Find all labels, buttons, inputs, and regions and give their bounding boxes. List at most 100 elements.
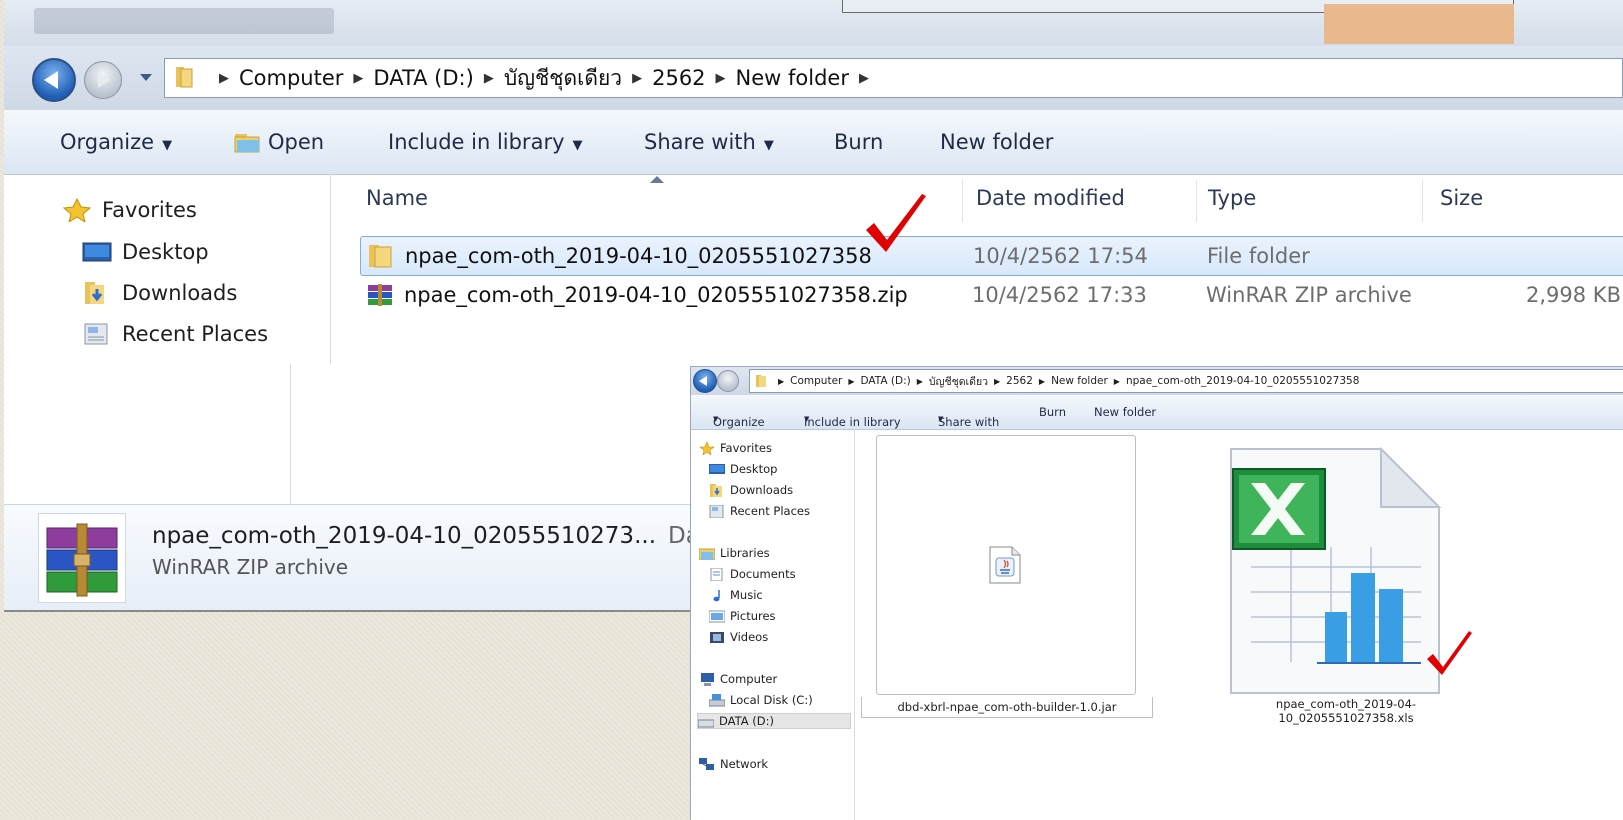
new-folder-button[interactable]: New folder	[940, 130, 1053, 154]
network-icon	[699, 757, 714, 770]
crumb-data-drive[interactable]: DATA (D:)	[861, 375, 911, 387]
crumb-account-folder[interactable]: บัญชีชุดเดียว	[504, 62, 622, 95]
music-icon	[713, 589, 720, 601]
jar-file-tile[interactable]	[876, 435, 1136, 695]
local-disk-icon	[709, 693, 725, 706]
share-with-menu[interactable]: Share with ▼	[644, 130, 774, 154]
burn-button[interactable]: Burn	[834, 130, 883, 154]
address-bar[interactable]: ▶ Computer ▶ DATA (D:) ▶ บัญชีชุดเดียว ▶ 256…	[164, 58, 1623, 98]
nav-videos[interactable]: Videos	[709, 630, 768, 644]
sort-ascending-icon	[650, 176, 664, 183]
desktop-icon	[709, 463, 725, 474]
inset-address-bar[interactable]: ▶ Computer ▶ DATA (D:) ▶ บัญชีชุดเดียว ▶ 256…	[749, 369, 1623, 393]
include-in-library-label: Include in library	[388, 130, 565, 154]
organize-menu[interactable]: Organize ▼	[60, 130, 172, 154]
nav-label: Pictures	[730, 609, 776, 623]
nav-label: Favorites	[720, 441, 772, 455]
star-icon	[62, 198, 92, 222]
nav-desktop[interactable]: Desktop	[709, 462, 777, 476]
crumb-npae-folder[interactable]: npae_com-oth_2019-04-10_0205551027358	[1126, 375, 1359, 387]
file-date: 10/4/2562 17:54	[973, 244, 1148, 268]
column-header-name[interactable]: Name	[366, 174, 428, 222]
breadcrumb: ▶ Computer ▶ DATA (D:) ▶ บัญชีชุดเดียว ▶ 256…	[209, 59, 879, 97]
java-jar-icon	[989, 546, 1021, 584]
folder-icon	[756, 375, 766, 387]
nav-label: Desktop	[730, 462, 778, 476]
chevron-down-icon: ▼	[804, 415, 810, 423]
file-row-folder[interactable]: npae_com-oth_2019-04-10_0205551027358 10…	[360, 236, 1623, 276]
blurred-title-strip	[4, 0, 1623, 46]
nav-pictures[interactable]: Pictures	[709, 609, 776, 623]
nav-computer[interactable]: Computer	[699, 672, 777, 686]
nav-favorites[interactable]: Favorites	[62, 198, 197, 222]
share-with-label: Share with	[938, 415, 1000, 429]
nav-recent-places[interactable]: Recent Places	[709, 504, 810, 518]
crumb-new-folder[interactable]: New folder	[1051, 375, 1108, 387]
include-in-library-menu[interactable]: Include in library ▼	[388, 130, 583, 154]
red-checkmark-icon	[1427, 631, 1472, 675]
crumb-2562[interactable]: 2562	[652, 66, 705, 90]
nav-label: Libraries	[720, 546, 770, 560]
jar-file-name[interactable]: dbd-xbrl-npae_com-oth-builder-1.0.jar	[861, 697, 1153, 718]
file-name: npae_com-oth_2019-04-10_0205551027358.zi…	[404, 283, 908, 307]
nav-label: DATA (D:)	[719, 714, 774, 728]
crumb-data-drive[interactable]: DATA (D:)	[373, 66, 473, 90]
nav-label: Local Disk (C:)	[730, 693, 813, 707]
nav-downloads[interactable]: Downloads	[82, 281, 237, 305]
column-divider[interactable]	[962, 180, 963, 222]
share-with-label: Share with	[644, 130, 756, 154]
nav-label: Documents	[730, 567, 796, 581]
crumb-computer[interactable]: Computer	[239, 66, 343, 90]
file-size: 2,998 KB	[1526, 283, 1621, 307]
open-folder-icon	[234, 134, 260, 153]
burn-button[interactable]: Burn	[1039, 405, 1066, 419]
nav-downloads[interactable]: Downloads	[709, 483, 793, 497]
nav-favorites[interactable]: Favorites	[699, 441, 772, 455]
xls-file-name[interactable]: npae_com-oth_2019-04-10_0205551027358.xl…	[1211, 697, 1481, 725]
nav-recent-places[interactable]: Recent Places	[82, 322, 268, 346]
nav-music[interactable]: Music	[709, 588, 763, 602]
nav-label: Network	[720, 757, 769, 771]
nav-recent-places-label: Recent Places	[122, 322, 269, 346]
column-divider[interactable]	[1422, 180, 1423, 222]
file-name-cell: npae_com-oth_2019-04-10_0205551027358.zi…	[366, 283, 908, 307]
open-label: Open	[268, 130, 325, 154]
back-button[interactable]	[693, 369, 717, 393]
column-divider[interactable]	[1196, 180, 1197, 222]
nav-documents[interactable]: Documents	[709, 567, 796, 581]
column-header-date-modified[interactable]: Date modified	[976, 174, 1125, 222]
nav-network[interactable]: Network	[699, 757, 768, 771]
crumb-computer[interactable]: Computer	[790, 375, 842, 387]
file-name: npae_com-oth_2019-04-10_0205551027358	[405, 244, 872, 268]
nav-data-drive[interactable]: DATA (D:)	[697, 713, 851, 729]
new-folder-button[interactable]: New folder	[1094, 405, 1156, 419]
excel-xls-file-icon[interactable]	[1221, 447, 1451, 697]
forward-button[interactable]	[84, 61, 122, 99]
open-button[interactable]: Open	[234, 130, 324, 154]
nav-downloads-label: Downloads	[122, 281, 238, 305]
crumb-account-folder[interactable]: บัญชีชุดเดียว	[929, 373, 988, 390]
nav-label: Downloads	[730, 483, 794, 497]
file-name-cell: npae_com-oth_2019-04-10_0205551027358	[367, 244, 872, 268]
recent-pages-dropdown-icon[interactable]	[140, 74, 152, 81]
column-header-type[interactable]: Type	[1208, 174, 1256, 222]
crumb-2562[interactable]: 2562	[1006, 375, 1033, 387]
details-name-text: npae_com-oth_2019-04-10_02055510273...	[152, 523, 657, 549]
nav-local-disk[interactable]: Local Disk (C:)	[709, 693, 813, 707]
column-header-size[interactable]: Size	[1440, 174, 1483, 222]
file-row-zip[interactable]: npae_com-oth_2019-04-10_0205551027358.zi…	[360, 276, 1623, 314]
nav-desktop[interactable]: Desktop	[82, 240, 209, 264]
nav-label: Computer	[720, 672, 778, 686]
desktop-icon	[82, 242, 112, 262]
chevron-down-icon: ▼	[938, 415, 944, 423]
include-in-library-label: Include in library	[804, 415, 901, 429]
downloads-icon	[710, 483, 722, 497]
folder-icon	[176, 67, 193, 88]
nav-favorites-label: Favorites	[102, 198, 197, 222]
nav-libraries[interactable]: Libraries	[699, 546, 770, 560]
back-button[interactable]	[32, 58, 76, 102]
organize-label: Organize	[713, 415, 765, 429]
recent-places-icon	[84, 323, 108, 345]
forward-button[interactable]	[717, 370, 739, 392]
crumb-new-folder[interactable]: New folder	[736, 66, 849, 90]
